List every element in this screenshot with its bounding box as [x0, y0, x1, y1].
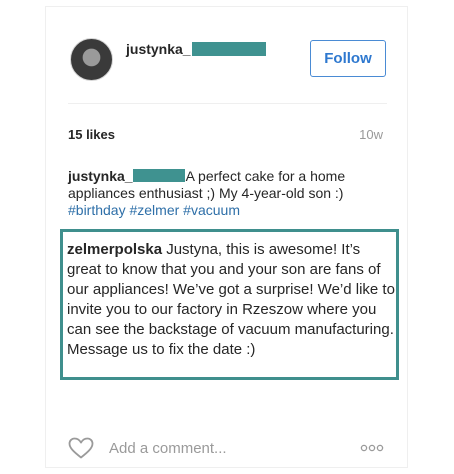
hashtag-zelmer[interactable]: #zelmer: [129, 202, 179, 218]
post-header: justynka_ Follow: [46, 7, 409, 102]
post-card: justynka_ Follow 15 likes 10w justynka_ A…: [45, 6, 408, 468]
comment-input[interactable]: [109, 438, 329, 458]
reply-text: Justyna, this is awesome! It’s great to …: [67, 241, 395, 358]
post-time[interactable]: 10w: [359, 127, 383, 142]
caption-username-redaction: [132, 169, 185, 182]
likes-count[interactable]: 15 likes: [68, 127, 115, 142]
comment-bar: [68, 435, 387, 461]
divider: [68, 103, 387, 104]
username[interactable]: justynka_: [126, 41, 191, 57]
reply-comment: zelmerpolska Justyna, this is awesome! I…: [60, 229, 399, 380]
more-icon[interactable]: [360, 443, 384, 453]
avatar[interactable]: [70, 38, 113, 81]
reply-username[interactable]: zelmerpolska: [67, 241, 162, 258]
caption-username[interactable]: justynka_: [68, 168, 133, 184]
hashtag-birthday[interactable]: #birthday: [68, 202, 126, 218]
heart-icon[interactable]: [68, 437, 94, 459]
username-redaction: [191, 42, 266, 56]
caption: justynka_ A perfect cake for a home appli…: [68, 168, 393, 219]
hashtag-vacuum[interactable]: #vacuum: [183, 202, 240, 218]
follow-button[interactable]: Follow: [310, 40, 386, 77]
username-row: justynka_: [126, 40, 266, 58]
